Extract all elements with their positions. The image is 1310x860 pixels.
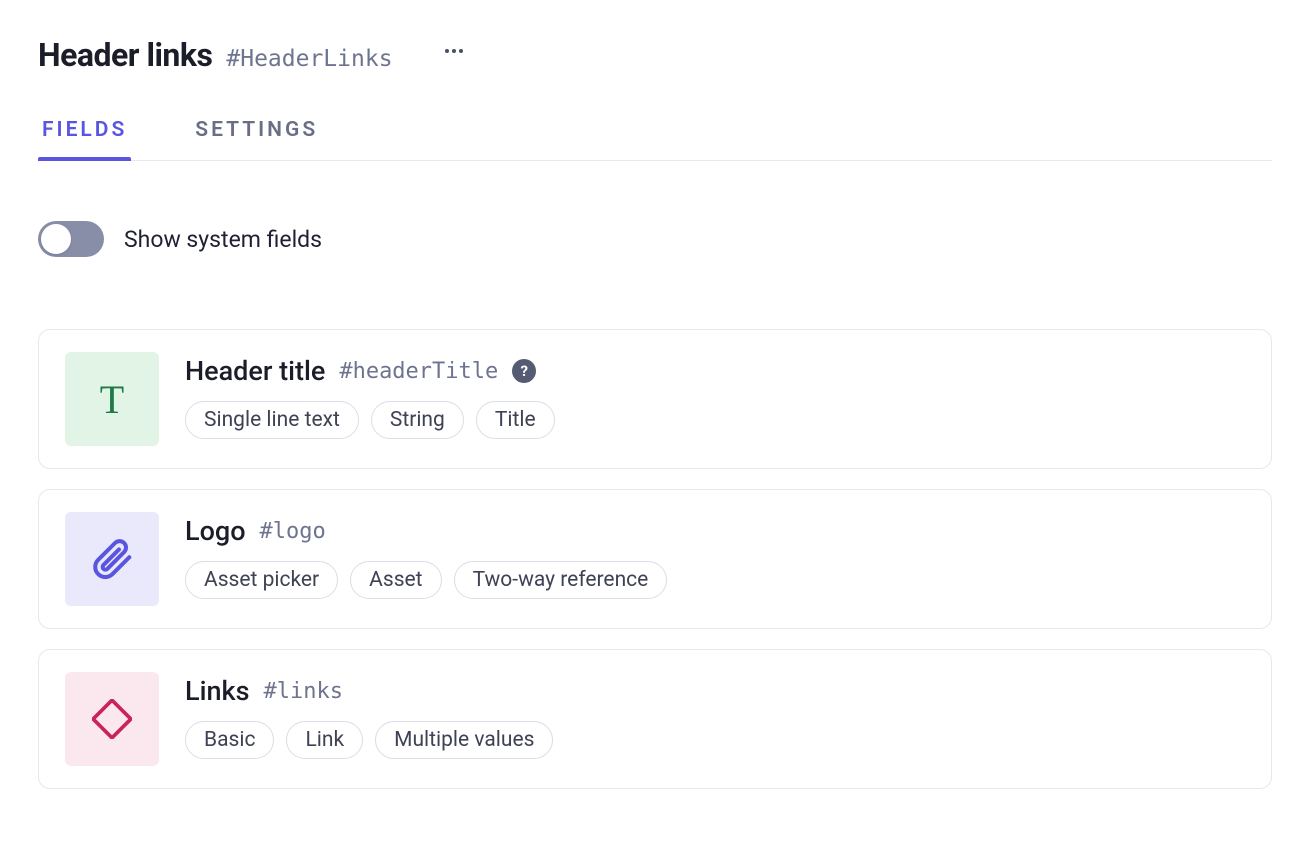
field-id: #links	[263, 679, 342, 704]
field-card-header-title[interactable]: T Header title #headerTitle ? Single lin…	[38, 329, 1272, 469]
page-header: Header links #HeaderLinks FIELDS SETTING…	[0, 0, 1310, 161]
field-tag: Asset	[350, 561, 441, 599]
field-title: Links	[185, 675, 249, 707]
field-card-links[interactable]: Links #links Basic Link Multiple values	[38, 649, 1272, 789]
system-fields-toggle[interactable]	[38, 221, 104, 257]
system-fields-toggle-row: Show system fields	[38, 221, 1272, 257]
field-title-row: Logo #logo	[185, 515, 1245, 547]
field-title-row: Header title #headerTitle ?	[185, 355, 1245, 387]
field-title: Logo	[185, 515, 246, 547]
field-tag: Title	[476, 401, 555, 439]
field-tag: Single line text	[185, 401, 359, 439]
more-options-button[interactable]	[439, 43, 469, 59]
model-id: #HeaderLinks	[226, 46, 392, 72]
field-tag: Basic	[185, 721, 274, 759]
page-title: Header links	[38, 36, 212, 74]
field-tag: Multiple values	[375, 721, 553, 759]
tag-row: Single line text String Title	[185, 401, 1245, 439]
field-card-logo[interactable]: Logo #logo Asset picker Asset Two-way re…	[38, 489, 1272, 629]
help-icon[interactable]: ?	[512, 359, 536, 383]
field-title: Header title	[185, 355, 325, 387]
title-row: Header links #HeaderLinks	[38, 36, 1272, 74]
system-fields-toggle-label: Show system fields	[124, 226, 322, 253]
text-field-icon: T	[65, 352, 159, 446]
field-body: Header title #headerTitle ? Single line …	[185, 352, 1245, 439]
link-icon	[65, 672, 159, 766]
content-area: Show system fields T Header title #heade…	[0, 161, 1310, 849]
attachment-icon	[65, 512, 159, 606]
field-body: Links #links Basic Link Multiple values	[185, 672, 1245, 759]
field-id: #logo	[260, 519, 326, 544]
tag-row: Basic Link Multiple values	[185, 721, 1245, 759]
field-tag: String	[371, 401, 464, 439]
tab-fields[interactable]: FIELDS	[38, 106, 131, 160]
field-title-row: Links #links	[185, 675, 1245, 707]
field-tag: Two-way reference	[454, 561, 668, 599]
field-tag: Asset picker	[185, 561, 338, 599]
tabs: FIELDS SETTINGS	[38, 106, 1272, 161]
tag-row: Asset picker Asset Two-way reference	[185, 561, 1245, 599]
tab-settings[interactable]: SETTINGS	[191, 106, 322, 160]
field-body: Logo #logo Asset picker Asset Two-way re…	[185, 512, 1245, 599]
field-tag: Link	[286, 721, 363, 759]
field-id: #headerTitle	[339, 359, 498, 384]
